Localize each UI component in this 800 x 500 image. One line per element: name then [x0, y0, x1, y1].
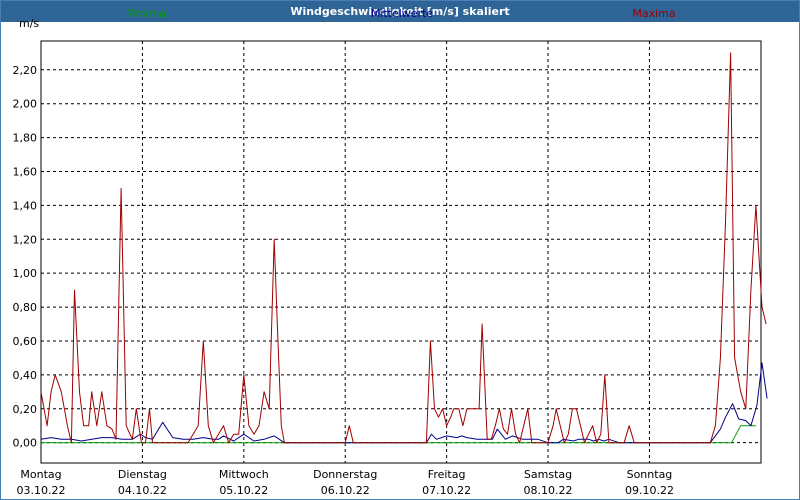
y-tick-label: 1,20 [13, 233, 38, 246]
x-tick-day: Sonntag [627, 468, 673, 481]
x-tick-day: Dienstag [118, 468, 167, 481]
y-tick-label: 1,00 [13, 267, 38, 280]
x-tick-day: Mittwoch [219, 468, 269, 481]
grid-lines [40, 41, 761, 463]
y-tick-label: 0,80 [13, 301, 38, 314]
plot-area [40, 40, 762, 464]
x-tick-date: 08.10.22 [524, 484, 573, 497]
chart-window: Windgeschwindigkeit [m/s] skaliert 0,00 0… [0, 0, 800, 500]
x-tick-date: 05.10.22 [219, 484, 268, 497]
x-tick-date: 03.10.22 [17, 484, 66, 497]
y-axis-label: m/s [19, 17, 39, 30]
x-tick-date: 04.10.22 [118, 484, 167, 497]
y-tick-label: 2,20 [13, 64, 38, 77]
legend-entry-maxima: Maxima [632, 7, 675, 20]
x-tick-date: 09.10.22 [625, 484, 674, 497]
x-tick-date: 06.10.22 [321, 484, 370, 497]
y-tick-label: 0,20 [13, 403, 38, 416]
legend-entry-mittelwerte: Mittelwerte [371, 7, 434, 20]
y-tick-label: 0,00 [13, 437, 38, 450]
x-tick-day: Freitag [428, 468, 466, 481]
y-tick-label: 2,00 [13, 98, 38, 111]
series-layer [40, 52, 768, 444]
legend: Minima Mittelwerte Maxima [126, 7, 676, 20]
series-line-minima [41, 425, 756, 444]
x-tick-day: Samstag [524, 468, 572, 481]
y-tick-label: 1,40 [13, 199, 38, 212]
x-tick-day: Montag [20, 468, 61, 481]
legend-entry-minima: Minima [126, 7, 166, 20]
axis-labels: 0,00 0,20 0,40 0,60 0,80 1,00 1,20 1,40 1,60 1,80… [13, 64, 674, 497]
y-tick-label: 0,40 [13, 369, 38, 382]
x-tick-date: 07.10.22 [422, 484, 471, 497]
x-tick-day: Donnerstag [313, 468, 377, 481]
y-tick-label: 1,60 [13, 165, 38, 178]
wind-speed-chart: 0,00 0,20 0,40 0,60 0,80 1,00 1,20 1,40 1,60 1,80… [13, 7, 768, 497]
y-tick-label: 0,60 [13, 335, 38, 348]
series-line-maxima [40, 52, 767, 444]
y-tick-label: 1,80 [13, 132, 38, 145]
